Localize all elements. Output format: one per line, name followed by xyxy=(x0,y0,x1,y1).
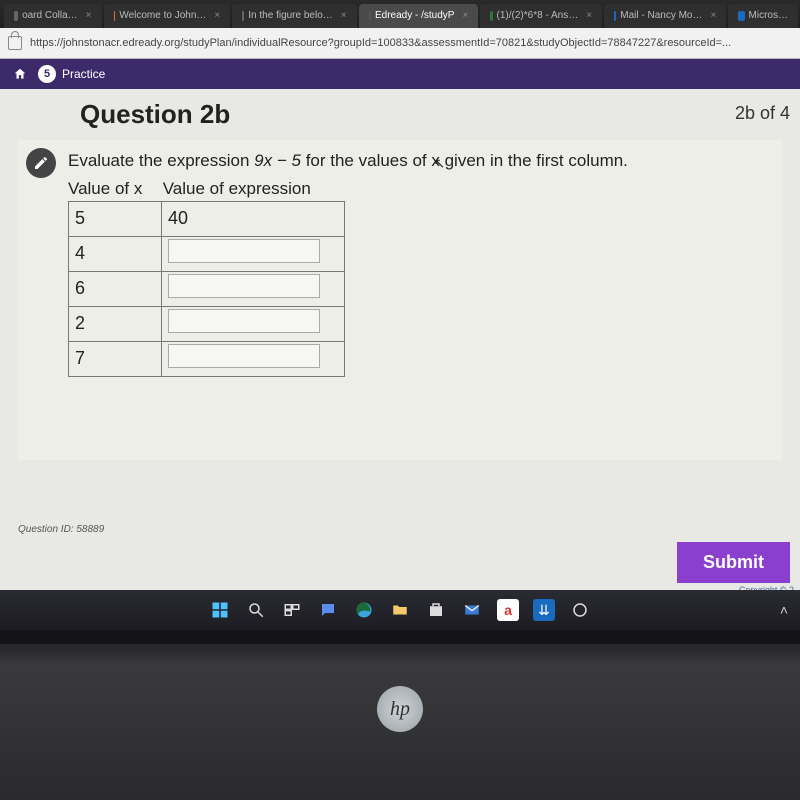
x-cell: 5 xyxy=(69,201,162,236)
x-cell: 7 xyxy=(69,341,162,376)
value-cell xyxy=(162,271,345,306)
table-row: 5 40 xyxy=(69,201,345,236)
close-icon[interactable]: × xyxy=(86,4,92,28)
step-badge: 5 xyxy=(38,65,56,83)
value-cell xyxy=(162,236,345,271)
search-icon[interactable] xyxy=(245,599,267,621)
x-cell: 2 xyxy=(69,306,162,341)
answer-input[interactable] xyxy=(168,344,320,368)
chat-icon[interactable] xyxy=(317,599,339,621)
browser-tab-active[interactable]: Edready - /studyP× xyxy=(359,4,479,28)
browser-tab[interactable]: Welcome to John…× xyxy=(104,4,231,28)
submit-button[interactable]: Submit xyxy=(677,542,790,583)
windows-taskbar: a ⇊ ˄ xyxy=(0,590,800,630)
url-text[interactable]: https://johnstonacr.edready.org/studyPla… xyxy=(30,37,792,49)
table-row: 4 xyxy=(69,236,345,271)
question-title: Question 2b xyxy=(80,99,800,130)
answer-input[interactable] xyxy=(168,274,320,298)
pencil-icon xyxy=(26,148,56,178)
question-id: Question ID: 58889 xyxy=(18,524,104,535)
lock-icon xyxy=(8,36,22,50)
start-icon[interactable] xyxy=(209,599,231,621)
value-cell xyxy=(162,306,345,341)
address-bar: https://johnstonacr.edready.org/studyPla… xyxy=(0,28,800,59)
practice-header: 5 Practice xyxy=(0,59,800,89)
col2-header: Value of expression xyxy=(163,179,311,198)
close-icon[interactable]: × xyxy=(462,4,468,28)
files-icon[interactable] xyxy=(389,599,411,621)
close-icon[interactable]: × xyxy=(711,4,717,28)
close-icon[interactable]: × xyxy=(586,4,592,28)
hp-logo: hp xyxy=(377,686,423,732)
mail-icon[interactable] xyxy=(461,599,483,621)
table-headers: Value of x Value of expression ↖ xyxy=(68,179,768,199)
x-cell: 6 xyxy=(69,271,162,306)
browser-tab[interactable]: oard Colla…× xyxy=(4,4,102,28)
cursor-icon: ↖ xyxy=(434,155,446,172)
x-cell: 4 xyxy=(69,236,162,271)
col1-header: Value of x xyxy=(68,179,158,199)
browser-tab[interactable]: (1)/(2)*6*8 - Ans…× xyxy=(480,4,602,28)
close-icon[interactable]: × xyxy=(214,4,220,28)
tray-chevron-icon[interactable]: ˄ xyxy=(780,602,788,618)
question-page: 2b of 4 Question 2b Evaluate the express… xyxy=(0,89,800,590)
laptop-body: hp xyxy=(0,630,800,800)
home-icon[interactable] xyxy=(10,64,30,84)
browser-tab[interactable]: Micros… xyxy=(728,4,798,28)
answer-input[interactable] xyxy=(168,309,320,333)
store-icon[interactable] xyxy=(425,599,447,621)
values-table: 5 40 4 6 2 7 xyxy=(68,201,345,377)
question-card: Evaluate the expression 9x − 5 for the v… xyxy=(18,140,782,460)
close-icon[interactable]: × xyxy=(341,4,347,28)
edge-icon[interactable] xyxy=(353,599,375,621)
value-cell xyxy=(162,341,345,376)
question-prompt: Evaluate the expression 9x − 5 for the v… xyxy=(68,150,768,173)
taskview-icon[interactable] xyxy=(281,599,303,621)
app-a-icon[interactable]: a xyxy=(497,599,519,621)
table-row: 6 xyxy=(69,271,345,306)
cortana-icon[interactable] xyxy=(569,599,591,621)
table-row: 7 xyxy=(69,341,345,376)
table-row: 2 xyxy=(69,306,345,341)
browser-tab[interactable]: Mail - Nancy Mo…× xyxy=(604,4,726,28)
browser-tab-strip: oard Colla…× Welcome to John…× In the fi… xyxy=(0,0,800,28)
value-cell: 40 xyxy=(162,201,345,236)
answer-input[interactable] xyxy=(168,239,320,263)
browser-tab[interactable]: In the figure belo…× xyxy=(232,4,356,28)
dropbox-icon[interactable]: ⇊ xyxy=(533,599,555,621)
step-label: Practice xyxy=(62,67,105,81)
progress-indicator: 2b of 4 xyxy=(735,103,790,124)
